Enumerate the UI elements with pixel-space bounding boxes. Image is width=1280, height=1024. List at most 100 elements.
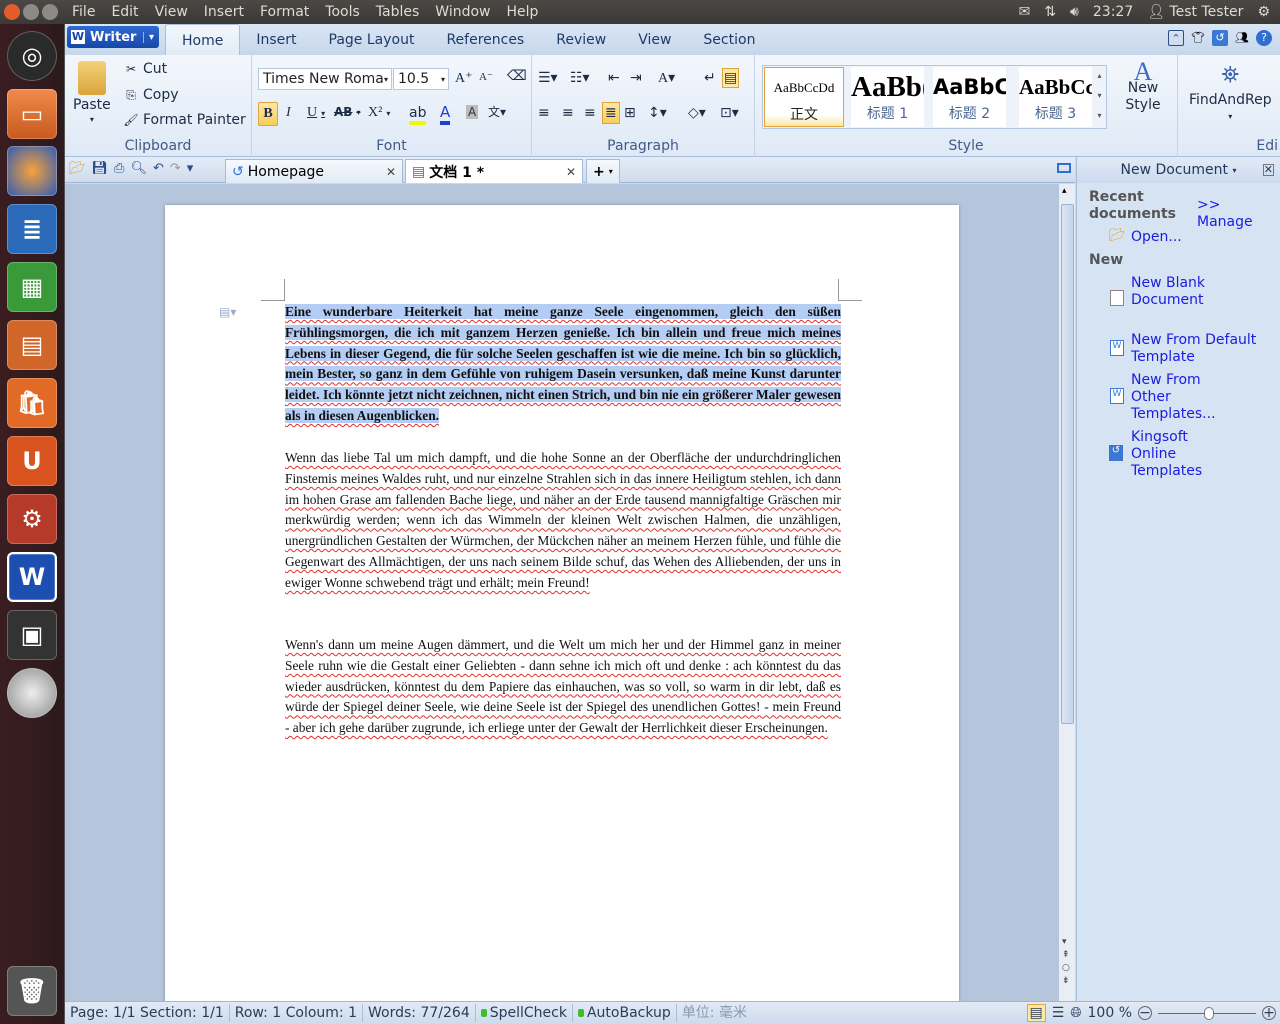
- customize-icon[interactable]: ▾: [187, 161, 194, 176]
- menu-file[interactable]: File: [66, 4, 101, 20]
- zoom-out-button[interactable]: −: [1138, 1006, 1152, 1020]
- char-shading-icon[interactable]: A: [466, 105, 479, 119]
- align-center-icon[interactable]: ≡: [562, 105, 574, 121]
- numbering-icon[interactable]: ☷▾: [570, 70, 590, 86]
- strikethrough-button[interactable]: AB ▾: [334, 105, 360, 119]
- print-preview-icon[interactable]: 🔍︎: [130, 161, 147, 176]
- find-replace-button[interactable]: ⛯ FindAndRep ▾: [1189, 63, 1272, 121]
- task-pane-header[interactable]: New Document ▾ ✕: [1077, 157, 1280, 183]
- tab-view[interactable]: View: [622, 24, 687, 55]
- style-normal[interactable]: AaBbCcDd 正文: [764, 67, 844, 127]
- shading-icon[interactable]: ◇▾: [688, 105, 706, 121]
- menu-edit[interactable]: Edit: [105, 4, 144, 20]
- trash-icon[interactable]: 🗑︎: [7, 966, 57, 1016]
- font-size-combo[interactable]: 10.5 ▾: [393, 68, 449, 90]
- font-color-icon[interactable]: A: [440, 103, 451, 125]
- style-heading-2[interactable]: AaBbCc 标题 2: [933, 67, 1006, 127]
- save-icon[interactable]: 💾︎: [92, 161, 109, 176]
- manage-link[interactable]: >> Manage: [1197, 197, 1280, 231]
- paragraph-mark-icon[interactable]: ↵: [704, 70, 716, 86]
- paragraph-2[interactable]: Wenn das liebe Tal um mich dampft, und d…: [285, 448, 841, 594]
- zoom-slider[interactable]: [1158, 1006, 1256, 1020]
- clock[interactable]: 23:27: [1093, 4, 1133, 20]
- new-style-button[interactable]: A New Style: [1123, 59, 1163, 114]
- collapse-ribbon-icon[interactable]: ⌃: [1168, 30, 1184, 46]
- outline-view-icon[interactable]: ☰: [1052, 1005, 1065, 1021]
- status-page[interactable]: Page: 1/1 Section: 1/1: [65, 1004, 230, 1022]
- menu-tables[interactable]: Tables: [370, 4, 426, 20]
- menu-help[interactable]: Help: [501, 4, 545, 20]
- menu-insert[interactable]: Insert: [198, 4, 250, 20]
- paragraph-3[interactable]: Wenn's dann um meine Augen dämmert, und …: [285, 635, 841, 739]
- page-view-icon[interactable]: ▤: [1026, 1004, 1046, 1022]
- skin-icon[interactable]: 👕︎: [1190, 30, 1206, 46]
- scroll-up-icon[interactable]: ▴: [1062, 186, 1067, 196]
- presentation-icon[interactable]: ▤: [7, 320, 57, 370]
- doc-tab-homepage[interactable]: ↺ Homepage ✕: [225, 159, 403, 183]
- unit-label[interactable]: 单位: 毫米: [677, 1004, 752, 1022]
- open-link[interactable]: Open...: [1131, 229, 1182, 246]
- writer-menu-button[interactable]: W Writer ▾: [67, 26, 159, 48]
- italic-button[interactable]: I: [286, 105, 291, 121]
- dvd-icon[interactable]: [7, 668, 57, 718]
- workspaces-icon[interactable]: ▣: [7, 610, 57, 660]
- software-center-icon[interactable]: 🛍︎: [7, 378, 57, 428]
- doc-tab-document-1[interactable]: ▤ 文档 1 * ✕: [405, 159, 583, 183]
- writer-doc-icon[interactable]: ≣: [7, 204, 57, 254]
- redo-icon[interactable]: ↷: [170, 161, 181, 176]
- undo-icon[interactable]: ↶: [153, 161, 164, 176]
- menu-tools[interactable]: Tools: [319, 4, 366, 20]
- network-icon[interactable]: ⇅: [1044, 4, 1056, 20]
- scrollbar-thumb[interactable]: [1061, 204, 1074, 724]
- status-words[interactable]: Words: 77/264: [363, 1004, 476, 1022]
- close-tab-icon[interactable]: ✕: [386, 165, 396, 179]
- font-name-combo[interactable]: Times New Roma ▾: [258, 68, 392, 90]
- phonetic-guide-icon[interactable]: 文▾: [488, 103, 506, 120]
- new-tab-button[interactable]: + ▾: [586, 159, 620, 183]
- selected-text[interactable]: Eine wunderbare Heiterkeit hat meine gan…: [285, 304, 841, 423]
- clear-format-icon[interactable]: ⌫: [507, 68, 527, 84]
- menu-window[interactable]: Window: [429, 4, 496, 20]
- help-icon[interactable]: ?: [1256, 30, 1272, 46]
- tab-section[interactable]: Section: [687, 24, 771, 55]
- highlight-icon[interactable]: ab: [409, 105, 427, 125]
- superscript-button[interactable]: X² ▾: [368, 105, 390, 121]
- increase-indent-icon[interactable]: ⇥: [630, 70, 642, 86]
- page-nav[interactable]: ▾ ⇞ ○ ⇟: [1062, 936, 1070, 988]
- chevron-down-icon[interactable]: ▾: [142, 31, 159, 43]
- files-icon[interactable]: ▭: [7, 89, 57, 139]
- print-icon[interactable]: ⎙: [114, 161, 124, 176]
- close-pane-icon[interactable]: ✕: [1262, 164, 1274, 176]
- style-scroll[interactable]: ▴ ▾ ▾: [1093, 66, 1106, 128]
- ubuntu-dash-icon[interactable]: ◎: [7, 31, 57, 81]
- tab-page-layout[interactable]: Page Layout: [313, 24, 431, 55]
- paragraph-1[interactable]: Eine wunderbare Heiterkeit hat meine gan…: [285, 302, 841, 427]
- bold-button[interactable]: B: [258, 102, 278, 126]
- zoom-slider-thumb[interactable]: [1204, 1006, 1214, 1020]
- system-settings-icon[interactable]: ⚙: [7, 494, 57, 544]
- borders-icon[interactable]: ⊡▾: [720, 105, 739, 121]
- tab-home[interactable]: Home: [165, 24, 241, 55]
- mail-icon[interactable]: ✉: [1019, 4, 1031, 20]
- format-painter-button[interactable]: 🖌︎ Format Painter: [123, 112, 245, 128]
- align-left-icon[interactable]: ≡: [538, 105, 550, 121]
- autobackup-toggle[interactable]: AutoBackup: [573, 1004, 677, 1022]
- new-from-default-template-link[interactable]: New From Default Template: [1131, 332, 1271, 366]
- kingsoft-online-icon[interactable]: ↺: [1212, 30, 1228, 46]
- restore-button[interactable]: [42, 4, 58, 20]
- decrease-indent-icon[interactable]: ⇤: [608, 70, 620, 86]
- justify-icon[interactable]: ≣: [602, 102, 620, 124]
- vertical-scrollbar[interactable]: ▴ ▾ ⇞ ○ ⇟: [1058, 184, 1075, 1001]
- show-hide-icon[interactable]: ▤: [722, 68, 740, 88]
- power-icon[interactable]: ⚙: [1257, 4, 1270, 20]
- user-menu[interactable]: 👤︎ Test Tester: [1147, 4, 1243, 20]
- minimize-button[interactable]: [23, 4, 39, 20]
- community-icon[interactable]: 👥︎: [1234, 30, 1250, 46]
- copy-button[interactable]: ⎘ Copy: [123, 87, 178, 103]
- close-window-button[interactable]: [4, 4, 20, 20]
- zoom-in-button[interactable]: +: [1262, 1006, 1276, 1020]
- new-blank-document-link[interactable]: New Blank Document: [1131, 275, 1206, 309]
- shrink-font-button[interactable]: A⁻: [479, 70, 493, 83]
- web-view-icon[interactable]: 🌐︎: [1070, 1005, 1081, 1021]
- zoom-level[interactable]: 100 %: [1088, 1005, 1132, 1021]
